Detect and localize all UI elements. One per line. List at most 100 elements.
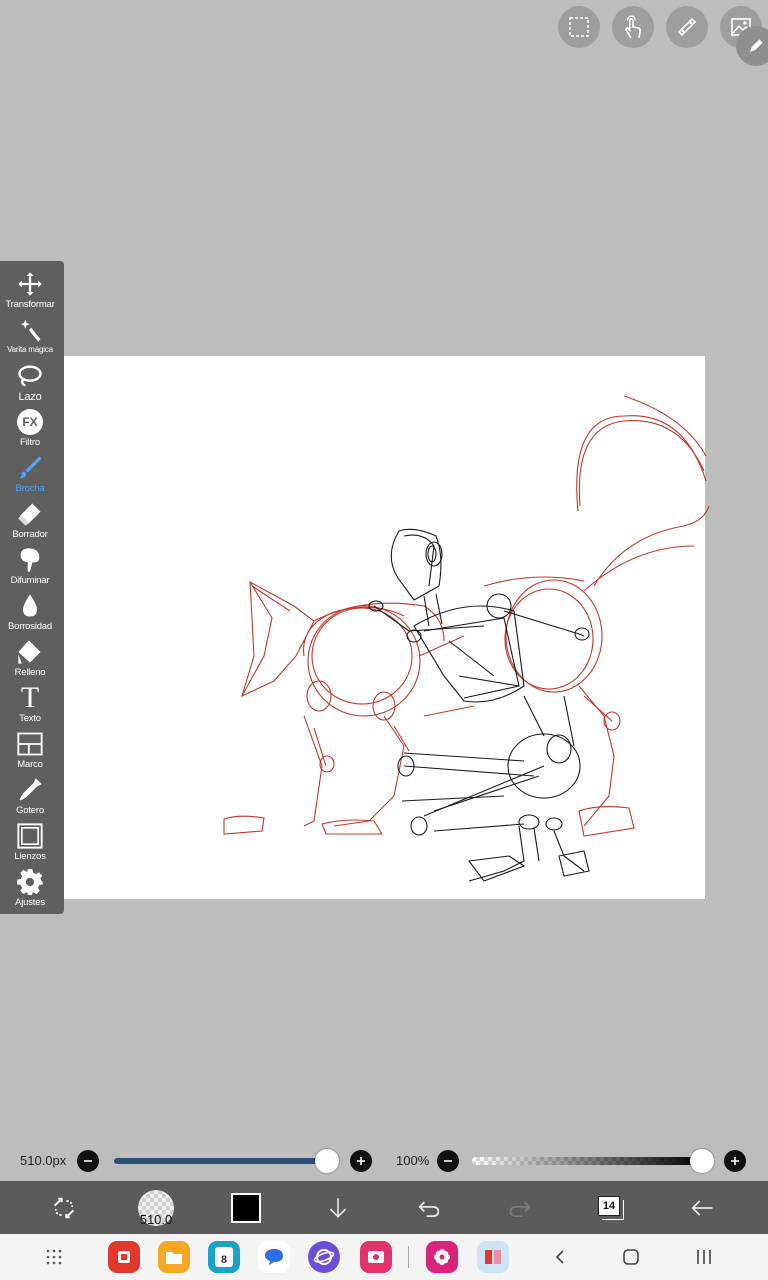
tool-label: Relleno xyxy=(14,667,46,678)
brush-preview-size: 510.0 xyxy=(139,1211,173,1227)
lasso-icon xyxy=(18,365,42,387)
system-nav-bar: 8 xyxy=(0,1234,768,1280)
swap-mode-button[interactable] xyxy=(44,1181,84,1234)
pen-icon xyxy=(750,39,763,52)
gear-icon xyxy=(17,869,43,895)
tool-label: Filtro xyxy=(20,437,40,448)
tool-brush[interactable]: Brocha xyxy=(0,449,60,495)
opacity-slider-knob[interactable] xyxy=(690,1149,714,1173)
tool-frame[interactable]: Marco xyxy=(0,725,60,771)
tool-label: Ajustes xyxy=(15,897,45,908)
opacity-value: 100% xyxy=(396,1153,430,1168)
tool-canvas[interactable]: Lienzos xyxy=(0,817,60,863)
current-color-swatch xyxy=(231,1192,261,1223)
text-icon: T xyxy=(20,681,40,714)
ruler-icon xyxy=(677,17,697,37)
frame-icon xyxy=(17,732,43,756)
selection-button[interactable] xyxy=(558,6,600,48)
redo-icon xyxy=(509,1201,531,1217)
app-drawer-button[interactable] xyxy=(39,1242,69,1272)
fx-icon: FX xyxy=(17,409,43,435)
stylus-pen-button[interactable] xyxy=(736,26,768,66)
ruler-button[interactable] xyxy=(666,6,708,48)
brush-size-slider[interactable] xyxy=(114,1158,326,1164)
chevron-left-icon xyxy=(555,1250,564,1264)
drawing-canvas[interactable] xyxy=(64,356,710,899)
calendar-icon: 8 xyxy=(215,1247,233,1267)
tool-transform[interactable]: Transformar xyxy=(0,265,60,311)
brush-size-increase-button[interactable] xyxy=(350,1150,372,1172)
nav-divider xyxy=(408,1246,409,1268)
flipboard-app[interactable] xyxy=(108,1241,140,1273)
flipboard-icon xyxy=(118,1251,130,1263)
internet-icon xyxy=(313,1249,335,1265)
tool-text[interactable]: T Texto xyxy=(0,679,60,725)
internet-app[interactable] xyxy=(308,1241,340,1273)
minus-icon xyxy=(84,1160,92,1162)
brush-size-decrease-button[interactable] xyxy=(77,1150,99,1172)
gallery-icon xyxy=(434,1249,450,1265)
screen-recorder-app[interactable] xyxy=(360,1241,392,1273)
screen-recorder-icon xyxy=(368,1251,384,1263)
tool-label: Brocha xyxy=(15,483,45,494)
color-button[interactable] xyxy=(228,1181,264,1234)
plus-icon xyxy=(357,1157,365,1165)
tool-fill[interactable]: Relleno xyxy=(0,633,60,679)
tool-label: Transformar xyxy=(5,299,55,310)
touch-icon xyxy=(625,15,641,39)
opacity-decrease-button[interactable] xyxy=(437,1150,459,1172)
tool-label: Lazo xyxy=(18,391,42,403)
undo-button[interactable] xyxy=(412,1181,446,1234)
tool-eraser[interactable]: Borrador xyxy=(0,495,60,541)
tool-lasso[interactable]: Lazo xyxy=(0,357,60,403)
arrow-left-icon xyxy=(691,1199,713,1216)
gallery-app[interactable] xyxy=(426,1241,458,1273)
fill-icon xyxy=(18,640,41,664)
home-icon xyxy=(623,1249,639,1265)
eyedropper-icon xyxy=(19,778,42,801)
calendar-app[interactable]: 8 xyxy=(208,1241,240,1273)
brush-preview: 510.0 xyxy=(138,1189,174,1227)
redo-button[interactable] xyxy=(503,1181,537,1234)
library-app[interactable] xyxy=(477,1241,509,1273)
layers-button[interactable]: 14 xyxy=(594,1181,628,1234)
overview-nav-button[interactable] xyxy=(689,1242,719,1272)
brush-preview-button[interactable]: 510.0 xyxy=(134,1181,178,1234)
tool-label: Marco xyxy=(17,759,43,770)
messages-icon xyxy=(265,1249,283,1265)
arrow-down-icon xyxy=(329,1197,347,1218)
home-nav-button[interactable] xyxy=(616,1242,646,1272)
tool-label: Gotero xyxy=(16,805,44,816)
tool-settings[interactable]: Ajustes xyxy=(0,863,60,909)
touch-button[interactable] xyxy=(612,6,654,48)
library-icon xyxy=(485,1250,501,1264)
blur-icon xyxy=(20,548,40,572)
undo-icon xyxy=(418,1201,440,1217)
minus-icon xyxy=(444,1160,452,1162)
tool-label: Varita mágica xyxy=(7,345,53,354)
tool-label: Borrosidad xyxy=(8,621,52,632)
tool-blur[interactable]: Borrosidad xyxy=(0,587,60,633)
move-icon xyxy=(18,272,42,296)
recent-apps-icon xyxy=(697,1250,711,1264)
tool-eyedropper[interactable]: Gotero xyxy=(0,771,60,817)
files-app[interactable] xyxy=(158,1241,190,1273)
opacity-slider[interactable] xyxy=(472,1157,702,1165)
brush-size-slider-knob[interactable] xyxy=(315,1149,339,1173)
tool-label: Borrador xyxy=(12,529,48,540)
messages-app[interactable] xyxy=(258,1241,290,1273)
sketch-artwork xyxy=(223,395,710,882)
layer-count-badge: 14 xyxy=(598,1195,620,1216)
tool-label: Texto xyxy=(19,713,41,724)
tool-sidebar: Transformar Varita mágica Lazo FX Filtro… xyxy=(0,261,64,914)
back-button[interactable] xyxy=(684,1181,720,1234)
opacity-increase-button[interactable] xyxy=(724,1150,746,1172)
recents-nav-button[interactable] xyxy=(545,1242,575,1272)
tool-filter[interactable]: FX Filtro xyxy=(0,403,60,449)
magic-wand-icon xyxy=(20,319,41,342)
tool-smudge[interactable]: Difuminar xyxy=(0,541,60,587)
download-button[interactable] xyxy=(322,1181,354,1234)
bottom-action-bar: 510.0 14 xyxy=(0,1181,768,1234)
tool-magic-wand[interactable]: Varita mágica xyxy=(0,311,60,357)
files-icon xyxy=(166,1252,182,1264)
